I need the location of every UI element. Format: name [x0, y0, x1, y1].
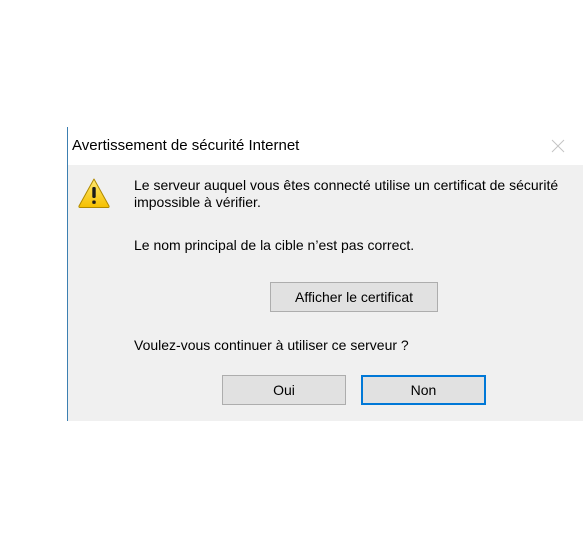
view-certificate-button[interactable]: Afficher le certificat	[270, 282, 438, 312]
no-button[interactable]: Non	[361, 375, 486, 405]
security-warning-dialog: Avertissement de sécurité Internet Le se…	[67, 127, 583, 421]
message-detail: Le nom principal de la cible n’est pas c…	[134, 237, 415, 253]
message-main: Le serveur auquel vous êtes connecté uti…	[134, 177, 559, 210]
close-icon[interactable]	[547, 133, 569, 157]
warning-icon	[77, 177, 111, 209]
title-bar: Avertissement de sécurité Internet	[68, 127, 583, 165]
yes-button[interactable]: Oui	[222, 375, 346, 405]
dialog-title: Avertissement de sécurité Internet	[72, 137, 300, 154]
dialog-content: Le serveur auquel vous êtes connecté uti…	[68, 165, 583, 421]
question-text: Voulez-vous continuer à utiliser ce serv…	[134, 337, 409, 353]
